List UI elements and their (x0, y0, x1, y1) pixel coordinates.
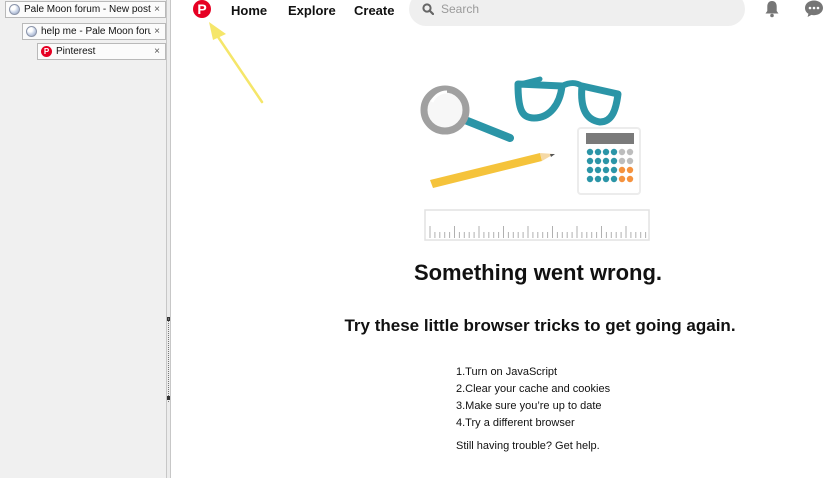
tab-help-me[interactable]: help me - Pale Moon forum × (22, 23, 166, 40)
close-icon[interactable]: × (151, 46, 163, 57)
error-headline: Something went wrong. (413, 260, 663, 285)
close-icon[interactable]: × (151, 26, 163, 37)
tab-sidebar: Pale Moon forum - New posts × help me - … (0, 0, 166, 478)
tip-item: 3.Make sure you’re up to date (456, 400, 602, 412)
magnifier-icon (420, 85, 514, 142)
close-icon[interactable]: × (151, 4, 163, 15)
tip-item: 1.Turn on JavaScript (456, 366, 558, 378)
messages-icon[interactable] (804, 0, 824, 18)
tab-pale-moon-forum-new-posts[interactable]: Pale Moon forum - New posts × (5, 1, 166, 18)
search-icon (422, 3, 434, 15)
tab-pinterest[interactable]: P Pinterest × (37, 43, 166, 60)
nav-create[interactable]: Create (354, 3, 394, 18)
tab-label: Pinterest (56, 46, 96, 57)
tip-item: 2.Clear your cache and cookies (456, 383, 611, 395)
nav-explore[interactable]: Explore (288, 3, 336, 18)
notifications-bell-icon[interactable] (764, 0, 780, 18)
error-subhead: Try these little browser tricks to get g… (344, 316, 736, 335)
globe-icon (26, 26, 37, 37)
error-illustration (420, 76, 650, 241)
pinterest-logo[interactable]: P (193, 0, 211, 18)
tip-item: 4.Try a different browser (456, 417, 575, 429)
pinterest-icon: P (41, 46, 52, 57)
search-input[interactable] (441, 2, 721, 16)
nav-home[interactable]: Home (231, 3, 267, 18)
tab-label: Pale Moon forum - New posts (24, 4, 151, 15)
pencil-icon (430, 153, 555, 188)
splitter-grip (168, 318, 170, 402)
tab-label: help me - Pale Moon forum (41, 26, 151, 37)
get-help-link[interactable]: Still having trouble? Get help. (456, 440, 600, 452)
annotation-arrow (209, 22, 264, 104)
search-bar[interactable] (409, 0, 745, 26)
calculator-icon (577, 127, 641, 195)
splitter-arrow-icon (167, 396, 170, 400)
ruler-icon (424, 209, 650, 241)
tips-list: 1.Turn on JavaScript 2.Clear your cache … (456, 364, 610, 432)
globe-icon (9, 4, 20, 15)
sidebar-splitter[interactable] (166, 0, 171, 478)
glasses-icon (514, 76, 622, 126)
